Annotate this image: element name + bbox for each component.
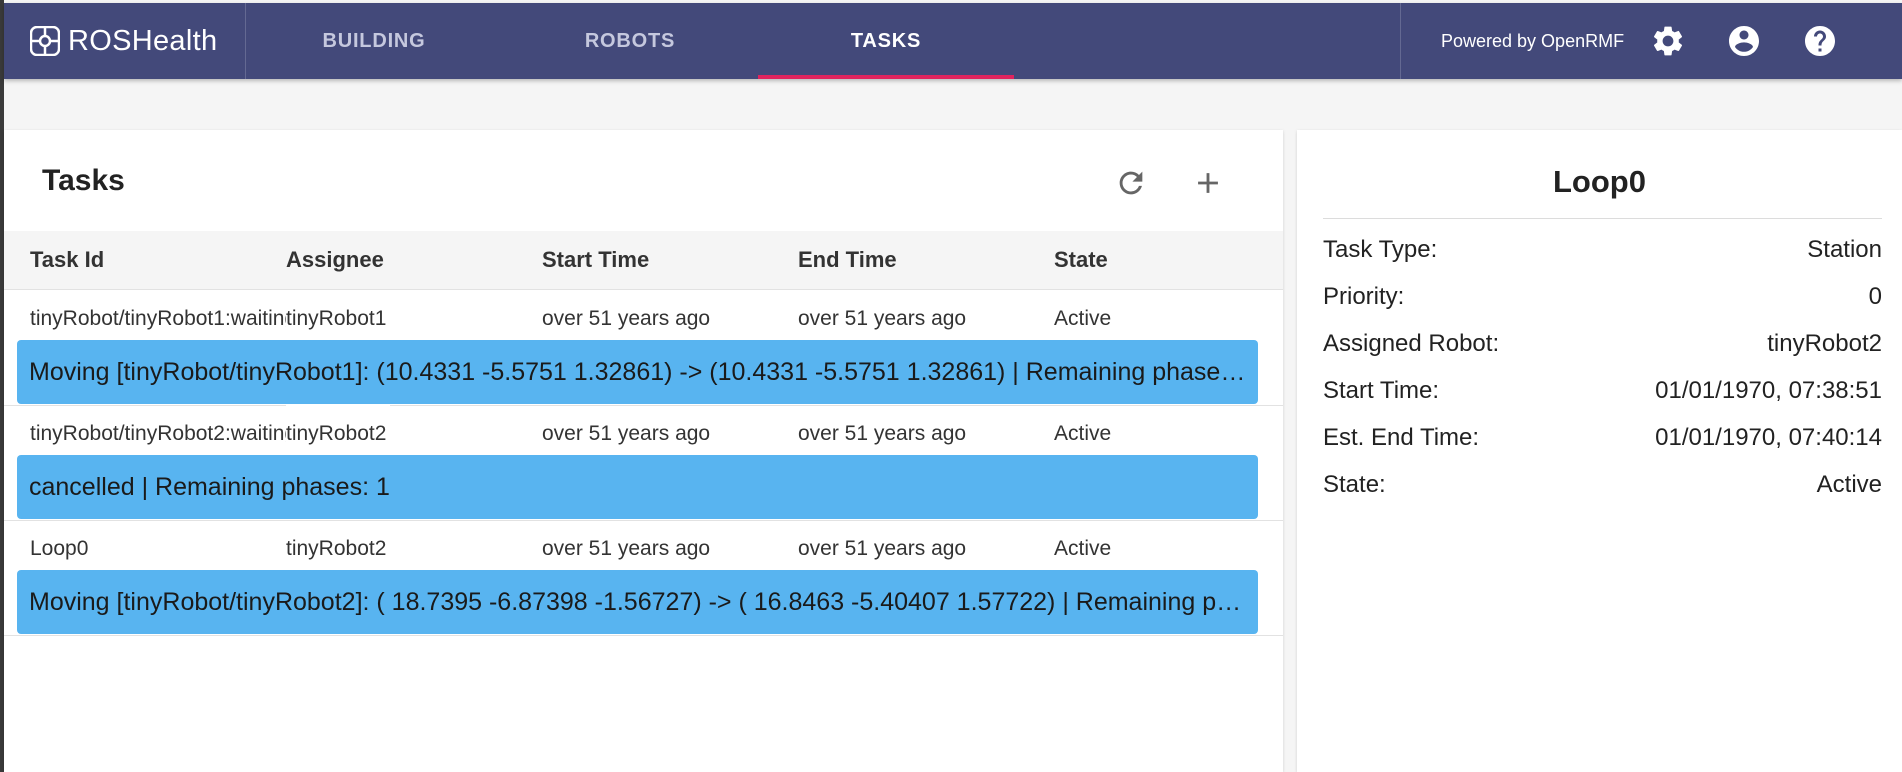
detail-value: 0 bbox=[1868, 283, 1882, 310]
tab-robots[interactable]: ROBOTS bbox=[502, 3, 758, 79]
account-button[interactable] bbox=[1724, 21, 1764, 61]
account-icon bbox=[1729, 26, 1760, 56]
detail-label: State: bbox=[1323, 471, 1386, 498]
detail-label: Assigned Robot: bbox=[1323, 330, 1500, 357]
detail-value: tinyRobot2 bbox=[1767, 330, 1882, 357]
help-button[interactable] bbox=[1800, 21, 1840, 61]
detail-row-priority: Priority: 0 bbox=[1323, 283, 1882, 323]
task-status-message: Moving [tinyRobot/tinyRobot1]: (10.4331 … bbox=[17, 340, 1258, 404]
state-cell: Active bbox=[1054, 307, 1112, 330]
start-time-cell: over 51 years ago bbox=[542, 422, 711, 445]
tasks-panel-title: Tasks bbox=[42, 164, 125, 197]
detail-row-task-type: Task Type: Station bbox=[1323, 236, 1882, 276]
state-cell: Active bbox=[1054, 537, 1112, 560]
roshealth-logo-icon bbox=[30, 26, 60, 56]
detail-value: 01/01/1970, 07:38:51 bbox=[1655, 377, 1882, 404]
settings-button[interactable] bbox=[1648, 21, 1688, 61]
task-detail-panel: Loop0 Task Type: Station Priority: 0 Ass… bbox=[1297, 130, 1902, 772]
settings-icon bbox=[1654, 26, 1683, 56]
task-status-message: cancelled | Remaining phases: 1 bbox=[17, 455, 1258, 519]
table-header: Task Id Assignee Start Time End Time Sta… bbox=[4, 231, 1283, 290]
detail-label: Task Type: bbox=[1323, 236, 1438, 263]
start-time-cell: over 51 years ago bbox=[542, 307, 711, 330]
divider bbox=[1323, 218, 1882, 219]
end-time-cell: over 51 years ago bbox=[798, 422, 967, 445]
detail-value: Active bbox=[1816, 471, 1882, 498]
brand-name: ROSHealth bbox=[68, 24, 218, 57]
end-time-cell: over 51 years ago bbox=[798, 307, 967, 330]
column-header-state[interactable]: State bbox=[1054, 231, 1108, 289]
app-bar: ROSHealth BUILDING ROBOTS TASKS Powered … bbox=[4, 3, 1902, 79]
task-id-cell: tinyRobot/tinyRobot2:waiting bbox=[30, 422, 297, 445]
column-header-end-time[interactable]: End Time bbox=[798, 231, 897, 289]
end-time-cell: over 51 years ago bbox=[798, 537, 967, 560]
assignee-cell: tinyRobot1 bbox=[286, 290, 391, 347]
assignee-cell: tinyRobot2 bbox=[286, 537, 387, 560]
help-icon bbox=[1805, 26, 1836, 56]
main-tabs: BUILDING ROBOTS TASKS bbox=[246, 3, 1014, 79]
assignee-cell: tinyRobot2 bbox=[286, 405, 391, 462]
detail-row-est-end-time: Est. End Time: 01/01/1970, 07:40:14 bbox=[1323, 424, 1882, 464]
state-cell: Active bbox=[1054, 422, 1112, 445]
tab-tasks[interactable]: TASKS bbox=[758, 3, 1014, 79]
detail-label: Est. End Time: bbox=[1323, 424, 1480, 451]
column-header-start-time[interactable]: Start Time bbox=[542, 231, 649, 289]
detail-label: Priority: bbox=[1323, 283, 1405, 310]
tasks-panel: Tasks Task Id Assignee Start Time End Ti… bbox=[4, 130, 1283, 772]
refresh-icon bbox=[1119, 171, 1143, 195]
table-row[interactable]: Loop0 tinyRobot2 over 51 years ago over … bbox=[4, 520, 1283, 577]
start-time-cell: over 51 years ago bbox=[542, 537, 711, 560]
powered-by-label: Powered by OpenRMF bbox=[1441, 30, 1625, 51]
detail-row-start-time: Start Time: 01/01/1970, 07:38:51 bbox=[1323, 377, 1882, 417]
refresh-button[interactable] bbox=[1108, 160, 1154, 206]
appbar-actions: Powered by OpenRMF bbox=[1400, 3, 1902, 79]
detail-row-state: State: Active bbox=[1323, 471, 1882, 511]
add-task-button[interactable] bbox=[1185, 160, 1231, 206]
task-status-message: Moving [tinyRobot/tinyRobot2]: ( 18.7395… bbox=[17, 570, 1258, 634]
detail-label: Start Time: bbox=[1323, 377, 1440, 404]
task-detail-title: Loop0 bbox=[1553, 164, 1646, 199]
table-row[interactable]: tinyRobot/tinyRobot1:waiting tinyRobot1 … bbox=[4, 290, 1283, 347]
add-icon bbox=[1198, 173, 1218, 193]
task-id-cell: tinyRobot/tinyRobot1:waiting bbox=[30, 307, 297, 330]
detail-value: 01/01/1970, 07:40:14 bbox=[1655, 424, 1882, 451]
brand[interactable]: ROSHealth bbox=[4, 3, 246, 79]
detail-value: Station bbox=[1807, 236, 1882, 263]
table-row[interactable]: tinyRobot/tinyRobot2:waiting tinyRobot2 … bbox=[4, 405, 1283, 462]
task-id-cell: Loop0 bbox=[30, 537, 89, 560]
detail-row-assigned-robot: Assigned Robot: tinyRobot2 bbox=[1323, 330, 1882, 370]
column-header-task-id[interactable]: Task Id bbox=[30, 231, 104, 289]
tab-building[interactable]: BUILDING bbox=[246, 3, 502, 79]
column-header-assignee[interactable]: Assignee bbox=[286, 231, 384, 289]
row-divider bbox=[4, 635, 1283, 636]
